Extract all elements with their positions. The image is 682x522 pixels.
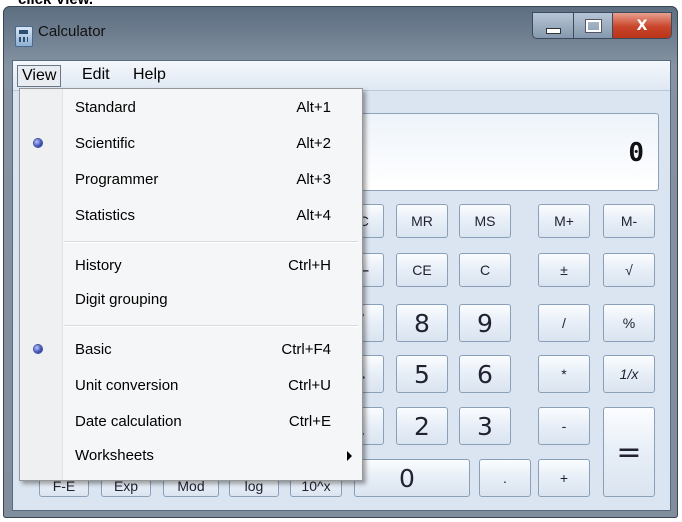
maximize-icon (584, 18, 602, 33)
digit-8-button[interactable]: 8 (396, 304, 448, 342)
c-button[interactable]: C (459, 253, 511, 287)
menu-item-programmer[interactable]: Programmer Alt+3 (20, 167, 362, 197)
menu-item-worksheets[interactable]: Worksheets (20, 443, 362, 473)
caption-buttons: X (532, 12, 672, 39)
menu-view[interactable]: View (17, 65, 62, 87)
digit-3-button[interactable]: 3 (459, 407, 511, 445)
radio-selected-icon (34, 345, 42, 353)
m-plus-button[interactable]: M+ (538, 204, 590, 238)
reciprocal-button[interactable]: 1/x (603, 355, 655, 393)
menu-edit[interactable]: Edit (78, 65, 114, 85)
ce-button[interactable]: CE (396, 253, 448, 287)
minimize-button[interactable] (533, 13, 574, 38)
menu-item-label: Unit conversion (75, 377, 179, 394)
menu-item-label: Statistics (75, 207, 136, 224)
menu-item-label: Date calculation (75, 413, 182, 430)
menu-item-history[interactable]: History Ctrl+H (20, 253, 362, 283)
menu-item-shortcut: Alt+4 (296, 207, 331, 224)
menubar: View Edit Help (13, 61, 670, 91)
menu-item-label: Worksheets (75, 447, 154, 464)
menu-item-shortcut: Ctrl+F4 (281, 341, 331, 358)
menu-item-date-calculation[interactable]: Date calculation Ctrl+E (20, 409, 362, 439)
menu-item-scientific[interactable]: Scientific Alt+2 (20, 131, 362, 161)
menu-help[interactable]: Help (129, 65, 170, 85)
menu-item-label: Digit grouping (75, 291, 168, 308)
menu-item-shortcut: Ctrl+H (288, 257, 331, 274)
menu-item-standard[interactable]: Standard Alt+1 (20, 95, 362, 125)
menu-item-label: Programmer (75, 171, 159, 188)
menu-separator (64, 325, 358, 327)
menu-item-shortcut: Ctrl+U (288, 377, 331, 394)
digit-2-button[interactable]: 2 (396, 407, 448, 445)
close-icon: X (636, 17, 648, 34)
subtract-button[interactable]: - (538, 407, 590, 445)
menu-item-shortcut: Alt+1 (296, 99, 331, 116)
display-value: 0 (628, 138, 644, 168)
digit-6-button[interactable]: 6 (459, 355, 511, 393)
menu-item-basic[interactable]: Basic Ctrl+F4 (20, 337, 362, 367)
menu-item-statistics[interactable]: Statistics Alt+4 (20, 203, 362, 233)
add-button[interactable]: + (538, 459, 590, 497)
mr-button[interactable]: MR (396, 204, 448, 238)
window-title: Calculator (38, 23, 106, 40)
plus-minus-button[interactable]: ± (538, 253, 590, 287)
equals-button[interactable]: = (603, 407, 655, 497)
menu-item-label: Basic (75, 341, 112, 358)
m-minus-button[interactable]: M- (603, 204, 655, 238)
digit-5-button[interactable]: 5 (396, 355, 448, 393)
menu-item-shortcut: Ctrl+E (288, 413, 331, 430)
menu-item-label: Standard (75, 99, 136, 116)
titlebar[interactable]: Calculator X (3, 6, 678, 60)
divide-button[interactable]: / (538, 304, 590, 342)
menu-item-label: History (75, 257, 122, 274)
radio-selected-icon (34, 139, 42, 147)
menu-item-digit-grouping[interactable]: Digit grouping (20, 287, 362, 317)
digit-9-button[interactable]: 9 (459, 304, 511, 342)
close-button[interactable]: X (613, 13, 671, 38)
calculator-app-icon (15, 26, 33, 47)
decimal-button[interactable]: . (479, 459, 531, 497)
submenu-arrow-icon (347, 451, 352, 461)
percent-button[interactable]: % (603, 304, 655, 342)
digit-0-button[interactable]: 0 (354, 459, 470, 497)
minimize-icon (545, 27, 561, 34)
menu-item-unit-conversion[interactable]: Unit conversion Ctrl+U (20, 373, 362, 403)
maximize-button[interactable] (574, 13, 613, 38)
menu-item-shortcut: Alt+2 (296, 135, 331, 152)
menu-item-shortcut: Alt+3 (296, 171, 331, 188)
menu-separator (64, 241, 358, 243)
multiply-button[interactable]: * (538, 355, 590, 393)
menu-item-label: Scientific (75, 135, 136, 152)
ms-button[interactable]: MS (459, 204, 511, 238)
view-dropdown-menu: Standard Alt+1 Scientific Alt+2 Programm… (19, 88, 363, 481)
sqrt-button[interactable]: √ (603, 253, 655, 287)
